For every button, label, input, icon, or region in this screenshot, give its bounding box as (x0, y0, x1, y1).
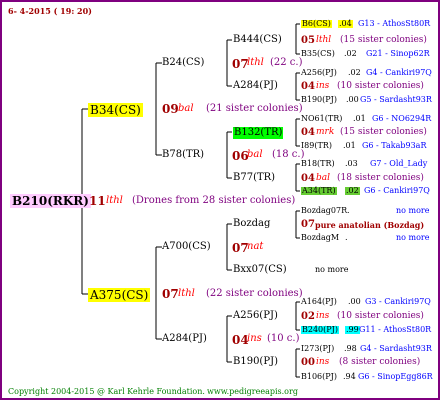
gen4-reference: G11 - AthosSt80R (359, 325, 432, 334)
site-link[interactable]: www.pedigreeapis.org (207, 388, 298, 396)
gen4-reference: G6 - Cankiri97Q (364, 186, 430, 195)
gen4-queen[interactable]: B6(CS) (301, 20, 332, 28)
gen4-reference: G4 - Cankiri97Q (366, 68, 432, 77)
gen4-number: . (345, 233, 348, 242)
gen3-sister-note: (15 sister colonies) (340, 127, 427, 137)
gen4-reference: G6 - SinopEgg86R (358, 372, 433, 381)
gen4-reference: no more (396, 233, 430, 242)
gen4-number: .02 (348, 68, 361, 77)
gen2-sister-note: (22 c.) (270, 57, 303, 68)
gen4-number: .01 (343, 141, 356, 150)
gen4-number: .02 (345, 186, 360, 195)
gen4-number: .99 (345, 325, 360, 334)
gen4-queen[interactable]: B240(PJ) (301, 326, 339, 334)
gen3-breeder: pure anatolian (Bozdag) (315, 220, 425, 230)
gen4-number: .03 (345, 159, 358, 168)
gen1-sister-note: (22 sister colonies) (206, 288, 303, 299)
gen3-queen[interactable]: B77(TR) (233, 173, 275, 183)
gen3-year: 00 (301, 357, 315, 368)
gen1-queen[interactable]: A375(CS) (88, 288, 151, 302)
gen3-queen[interactable]: Bxx07(CS) (233, 265, 287, 275)
gen3-year: 07 (301, 219, 315, 230)
gen3-queen[interactable]: B132(TR) (233, 127, 284, 139)
gen4-queen[interactable]: B190(PJ) (301, 96, 337, 104)
gen2-sister-note: (18 c.) (272, 149, 305, 160)
gen4-queen[interactable]: BozdagM (301, 234, 339, 242)
gen4-reference: no more (396, 206, 430, 215)
gen2-sister-note: (10 c.) (267, 333, 300, 344)
gen4-queen[interactable]: A256(PJ) (301, 69, 337, 77)
copyright-text: Copyright 2004-2015 @ Karl Kehrle Founda… (8, 387, 205, 396)
gen3-sister-note: (18 sister colonies) (337, 173, 424, 183)
root-year: 11 (89, 194, 106, 208)
gen4-number: .04 (338, 19, 353, 28)
gen3-queen[interactable]: A256(PJ) (233, 311, 278, 321)
gen3-sister-note: (8 sister colonies) (339, 357, 421, 367)
gen3-sister-note: (10 sister colonies) (337, 311, 424, 321)
gen3-breeder: ins (316, 81, 330, 91)
gen3-breeder: ins (316, 357, 330, 367)
gen4-reference: G21 - Sinop62R (366, 49, 430, 58)
gen1-breeder: lthl (178, 288, 195, 299)
pedigree-chart: 6- 4-2015 ( 19: 20) Copyright 2004-2015 … (0, 0, 440, 400)
gen3-year: 05 (301, 35, 315, 46)
gen1-sister-note: (21 sister colonies) (206, 103, 303, 114)
root-sister-note: (Drones from 28 sister colonies) (132, 195, 296, 206)
gen2-queen[interactable]: B24(CS) (162, 58, 204, 68)
gen4-queen[interactable]: B35(CS) (301, 50, 335, 58)
gen4-queen[interactable]: NO61(TR) (301, 115, 342, 123)
gen3-sister-note: (15 sister colonies) (340, 35, 427, 45)
gen4-reference: G6 - NO6294R (372, 114, 432, 123)
gen4-reference: G5 - Sardasht93R (360, 95, 432, 104)
gen4-reference: G13 - AthosSt80R (358, 19, 431, 28)
gen4-queen[interactable]: Bozdag07R (301, 207, 347, 215)
gen3-no-more: no more (315, 265, 349, 274)
gen4-number: .98 (344, 344, 357, 353)
gen1-queen[interactable]: B34(CS) (88, 103, 143, 117)
gen2-breeder: bal (247, 149, 263, 160)
gen3-breeder: bal (316, 173, 331, 183)
gen2-queen[interactable]: B78(TR) (162, 150, 204, 160)
gen4-number: .00 (348, 297, 361, 306)
gen3-queen[interactable]: Bozdag (233, 219, 270, 229)
gen3-queen[interactable]: B444(CS) (233, 35, 282, 45)
gen2-breeder: lthl (247, 57, 264, 68)
gen1-year: 07 (162, 287, 179, 301)
gen2-breeder: nat (247, 241, 264, 252)
gen2-breeder: ins (247, 333, 262, 344)
gen1-breeder: bal (178, 103, 194, 114)
gen3-year: 04 (301, 173, 315, 184)
gen4-queen[interactable]: B106(PJ) (301, 373, 337, 381)
gen3-sister-note: (10 sister colonies) (337, 81, 424, 91)
gen4-queen[interactable]: I273(PJ) (301, 345, 334, 353)
gen4-number: .94 (343, 372, 356, 381)
gen4-number: .01 (353, 114, 366, 123)
gen4-number: .02 (344, 49, 357, 58)
gen2-queen[interactable]: A284(PJ) (162, 334, 207, 344)
gen4-queen[interactable]: A164(PJ) (301, 298, 337, 306)
gen4-reference: G7 - Old_Lady (370, 159, 428, 168)
root-breeder: lthl (106, 195, 123, 206)
gen2-queen[interactable]: A700(CS) (162, 242, 211, 252)
gen4-queen[interactable]: A34(TR) (301, 187, 337, 195)
gen3-breeder: ins (316, 311, 330, 321)
gen3-year: 04 (301, 81, 315, 92)
gen1-year: 09 (162, 102, 179, 116)
gen3-year: 04 (301, 127, 315, 138)
gen3-breeder: mrk (316, 127, 335, 137)
gen4-number: . (347, 206, 350, 215)
gen3-breeder: lthl (316, 35, 332, 45)
gen3-queen[interactable]: B190(PJ) (233, 357, 278, 367)
report-date: 6- 4-2015 ( 19: 20) (8, 6, 92, 16)
root-queen[interactable]: B210(RKR) (10, 194, 91, 208)
gen4-number: .00 (346, 95, 359, 104)
gen4-reference: G4 - Sardasht93R (360, 344, 432, 353)
gen3-queen[interactable]: A284(PJ) (233, 81, 278, 91)
gen4-queen[interactable]: B18(TR) (301, 160, 335, 168)
gen4-queen[interactable]: I89(TR) (301, 142, 332, 150)
gen4-reference: G3 - Cankiri97Q (365, 297, 431, 306)
gen4-reference: G6 - Takab93aR (362, 141, 427, 150)
gen3-year: 02 (301, 311, 315, 322)
